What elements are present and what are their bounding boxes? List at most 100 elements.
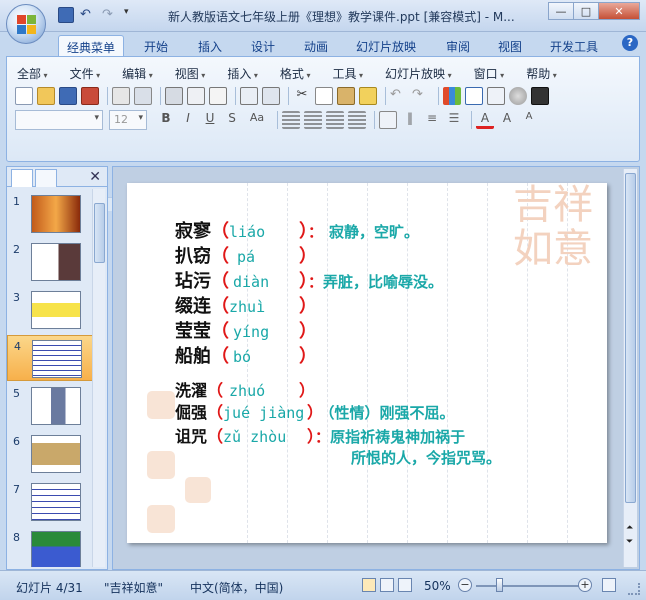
font-name-combo[interactable] bbox=[15, 110, 103, 130]
copy-icon[interactable] bbox=[315, 87, 333, 105]
save-icon[interactable] bbox=[59, 87, 77, 105]
normal-view-button[interactable] bbox=[362, 578, 376, 592]
help-icon[interactable]: ? bbox=[622, 35, 638, 51]
format-painter-icon[interactable] bbox=[359, 87, 377, 105]
justify-icon[interactable] bbox=[348, 111, 366, 129]
menu-slideshow[interactable]: 幻灯片放映 bbox=[385, 65, 452, 82]
shadow-button[interactable]: S bbox=[223, 111, 241, 129]
menu-format[interactable]: 格式 bbox=[280, 65, 311, 82]
tab-insert[interactable]: 插入 bbox=[190, 35, 230, 56]
slide-sorter-button[interactable] bbox=[380, 578, 394, 592]
thumbnail-item[interactable]: 6 bbox=[7, 431, 93, 477]
paste-icon[interactable] bbox=[337, 87, 355, 105]
bullets-icon[interactable]: ☰ bbox=[445, 111, 463, 129]
bold-button[interactable]: B bbox=[157, 111, 175, 129]
new-slide-icon[interactable] bbox=[487, 87, 505, 105]
shrink-font-icon[interactable]: A bbox=[520, 111, 538, 129]
slide-design-icon[interactable] bbox=[531, 87, 549, 105]
thumbnail-item[interactable]: 7 bbox=[7, 479, 93, 525]
thumbnail-item[interactable]: 5 bbox=[7, 383, 93, 429]
table-icon[interactable] bbox=[465, 87, 483, 105]
menu-edit[interactable]: 编辑 bbox=[122, 65, 153, 82]
vocab-word: 寂寥 bbox=[175, 221, 211, 242]
tab-animation[interactable]: 动画 bbox=[296, 35, 336, 56]
align-left-icon[interactable] bbox=[282, 111, 300, 129]
undo-icon[interactable]: ↶ bbox=[80, 7, 96, 23]
grow-font-icon[interactable]: A bbox=[498, 111, 516, 129]
new-icon[interactable] bbox=[15, 87, 33, 105]
tab-slideshow[interactable]: 幻灯片放映 bbox=[348, 35, 424, 56]
undo-icon[interactable]: ↶ bbox=[390, 87, 408, 105]
minimize-button[interactable]: — bbox=[548, 2, 574, 20]
scrollbar-thumb[interactable] bbox=[94, 203, 105, 263]
text-box-icon[interactable] bbox=[379, 111, 397, 129]
slide-canvas[interactable]: 吉祥如意 寂寥（liáo）： 寂静，空旷。 扒窃（ pá） 玷污（ diàn ）：弄脏，… bbox=[127, 183, 607, 543]
italic-button[interactable]: I bbox=[179, 111, 197, 129]
spelling-icon[interactable] bbox=[240, 87, 258, 105]
align-center-icon[interactable] bbox=[304, 111, 322, 129]
save-icon[interactable] bbox=[58, 7, 74, 23]
tab-design[interactable]: 设计 bbox=[243, 35, 283, 56]
zoom-out-button[interactable]: − bbox=[458, 578, 472, 592]
menu-all[interactable]: 全部 bbox=[17, 65, 48, 82]
tab-view[interactable]: 视图 bbox=[490, 35, 530, 56]
next-slide-icon[interactable]: ⏷ bbox=[626, 537, 633, 547]
vocab-word: 扒窃 bbox=[175, 246, 211, 267]
cut-icon[interactable]: ✂ bbox=[293, 87, 311, 105]
menu-help[interactable]: 帮助 bbox=[526, 65, 557, 82]
resize-grip-icon[interactable] bbox=[628, 583, 640, 595]
outline-tab[interactable] bbox=[35, 169, 57, 187]
prev-slide-icon[interactable]: ⏶ bbox=[626, 523, 633, 533]
zoom-slider[interactable] bbox=[476, 585, 580, 587]
fit-to-window-button[interactable] bbox=[602, 578, 616, 592]
decorative-seal-large: 吉祥如意 bbox=[513, 183, 593, 272]
redo-icon[interactable]: ↷ bbox=[412, 87, 430, 105]
text-direction-icon[interactable]: ‖ bbox=[401, 111, 419, 129]
font-size-combo[interactable]: 12 bbox=[109, 110, 147, 130]
email-icon[interactable] bbox=[112, 87, 130, 105]
zoom-slider-thumb[interactable] bbox=[496, 578, 503, 592]
menu-view[interactable]: 视图 bbox=[175, 65, 206, 82]
slideshow-view-button[interactable] bbox=[398, 578, 412, 592]
underline-button[interactable]: U bbox=[201, 111, 219, 129]
tab-classic-menu[interactable]: 经典菜单 bbox=[58, 35, 125, 56]
publish-icon[interactable] bbox=[134, 87, 152, 105]
zoom-level[interactable]: 50% bbox=[424, 579, 451, 593]
open-icon[interactable] bbox=[37, 87, 55, 105]
tab-home[interactable]: 开始 bbox=[136, 35, 176, 56]
font-color-icon[interactable]: A bbox=[476, 111, 494, 129]
menu-insert[interactable]: 插入 bbox=[227, 65, 258, 82]
thumbnail-item[interactable]: 1 bbox=[7, 191, 93, 237]
tab-review[interactable]: 审阅 bbox=[438, 35, 478, 56]
chart-icon[interactable] bbox=[443, 87, 461, 105]
line-spacing-icon[interactable]: ≡ bbox=[423, 111, 441, 129]
change-case-button[interactable]: Aa bbox=[245, 111, 269, 129]
maximize-button[interactable]: □ bbox=[573, 2, 599, 20]
menu-tools[interactable]: 工具 bbox=[332, 65, 363, 82]
print-preview-icon[interactable] bbox=[187, 87, 205, 105]
thumbnail-scrollbar[interactable] bbox=[92, 189, 105, 567]
research-icon[interactable] bbox=[262, 87, 280, 105]
menu-file[interactable]: 文件 bbox=[70, 65, 101, 82]
slides-tab[interactable] bbox=[11, 169, 33, 187]
scrollbar-thumb[interactable] bbox=[625, 173, 636, 503]
zoom-in-button[interactable]: + bbox=[578, 578, 592, 592]
permission-icon[interactable] bbox=[81, 87, 99, 105]
align-right-icon[interactable] bbox=[326, 111, 344, 129]
slide-view-icon[interactable] bbox=[209, 87, 227, 105]
slide-scrollbar[interactable]: ⏶ ⏷ bbox=[623, 169, 637, 567]
language-indicator[interactable]: 中文(简体，中国) bbox=[190, 579, 283, 596]
color-grayscale-icon[interactable] bbox=[509, 87, 527, 105]
print-icon[interactable] bbox=[165, 87, 183, 105]
close-panel-icon[interactable]: ✕ bbox=[89, 169, 101, 185]
menu-window[interactable]: 窗口 bbox=[474, 65, 505, 82]
customize-qat-icon[interactable]: ▾ bbox=[124, 7, 132, 23]
thumbnail-item-selected[interactable]: 4 bbox=[7, 335, 93, 381]
tab-developer[interactable]: 开发工具 bbox=[542, 35, 606, 56]
thumbnail-item[interactable]: 8 bbox=[7, 527, 93, 567]
thumbnail-item[interactable]: 2 bbox=[7, 239, 93, 285]
redo-icon[interactable]: ↷ bbox=[102, 7, 118, 23]
thumbnail-item[interactable]: 3 bbox=[7, 287, 93, 333]
office-button[interactable] bbox=[6, 4, 46, 44]
close-button[interactable]: ✕ bbox=[598, 2, 640, 20]
